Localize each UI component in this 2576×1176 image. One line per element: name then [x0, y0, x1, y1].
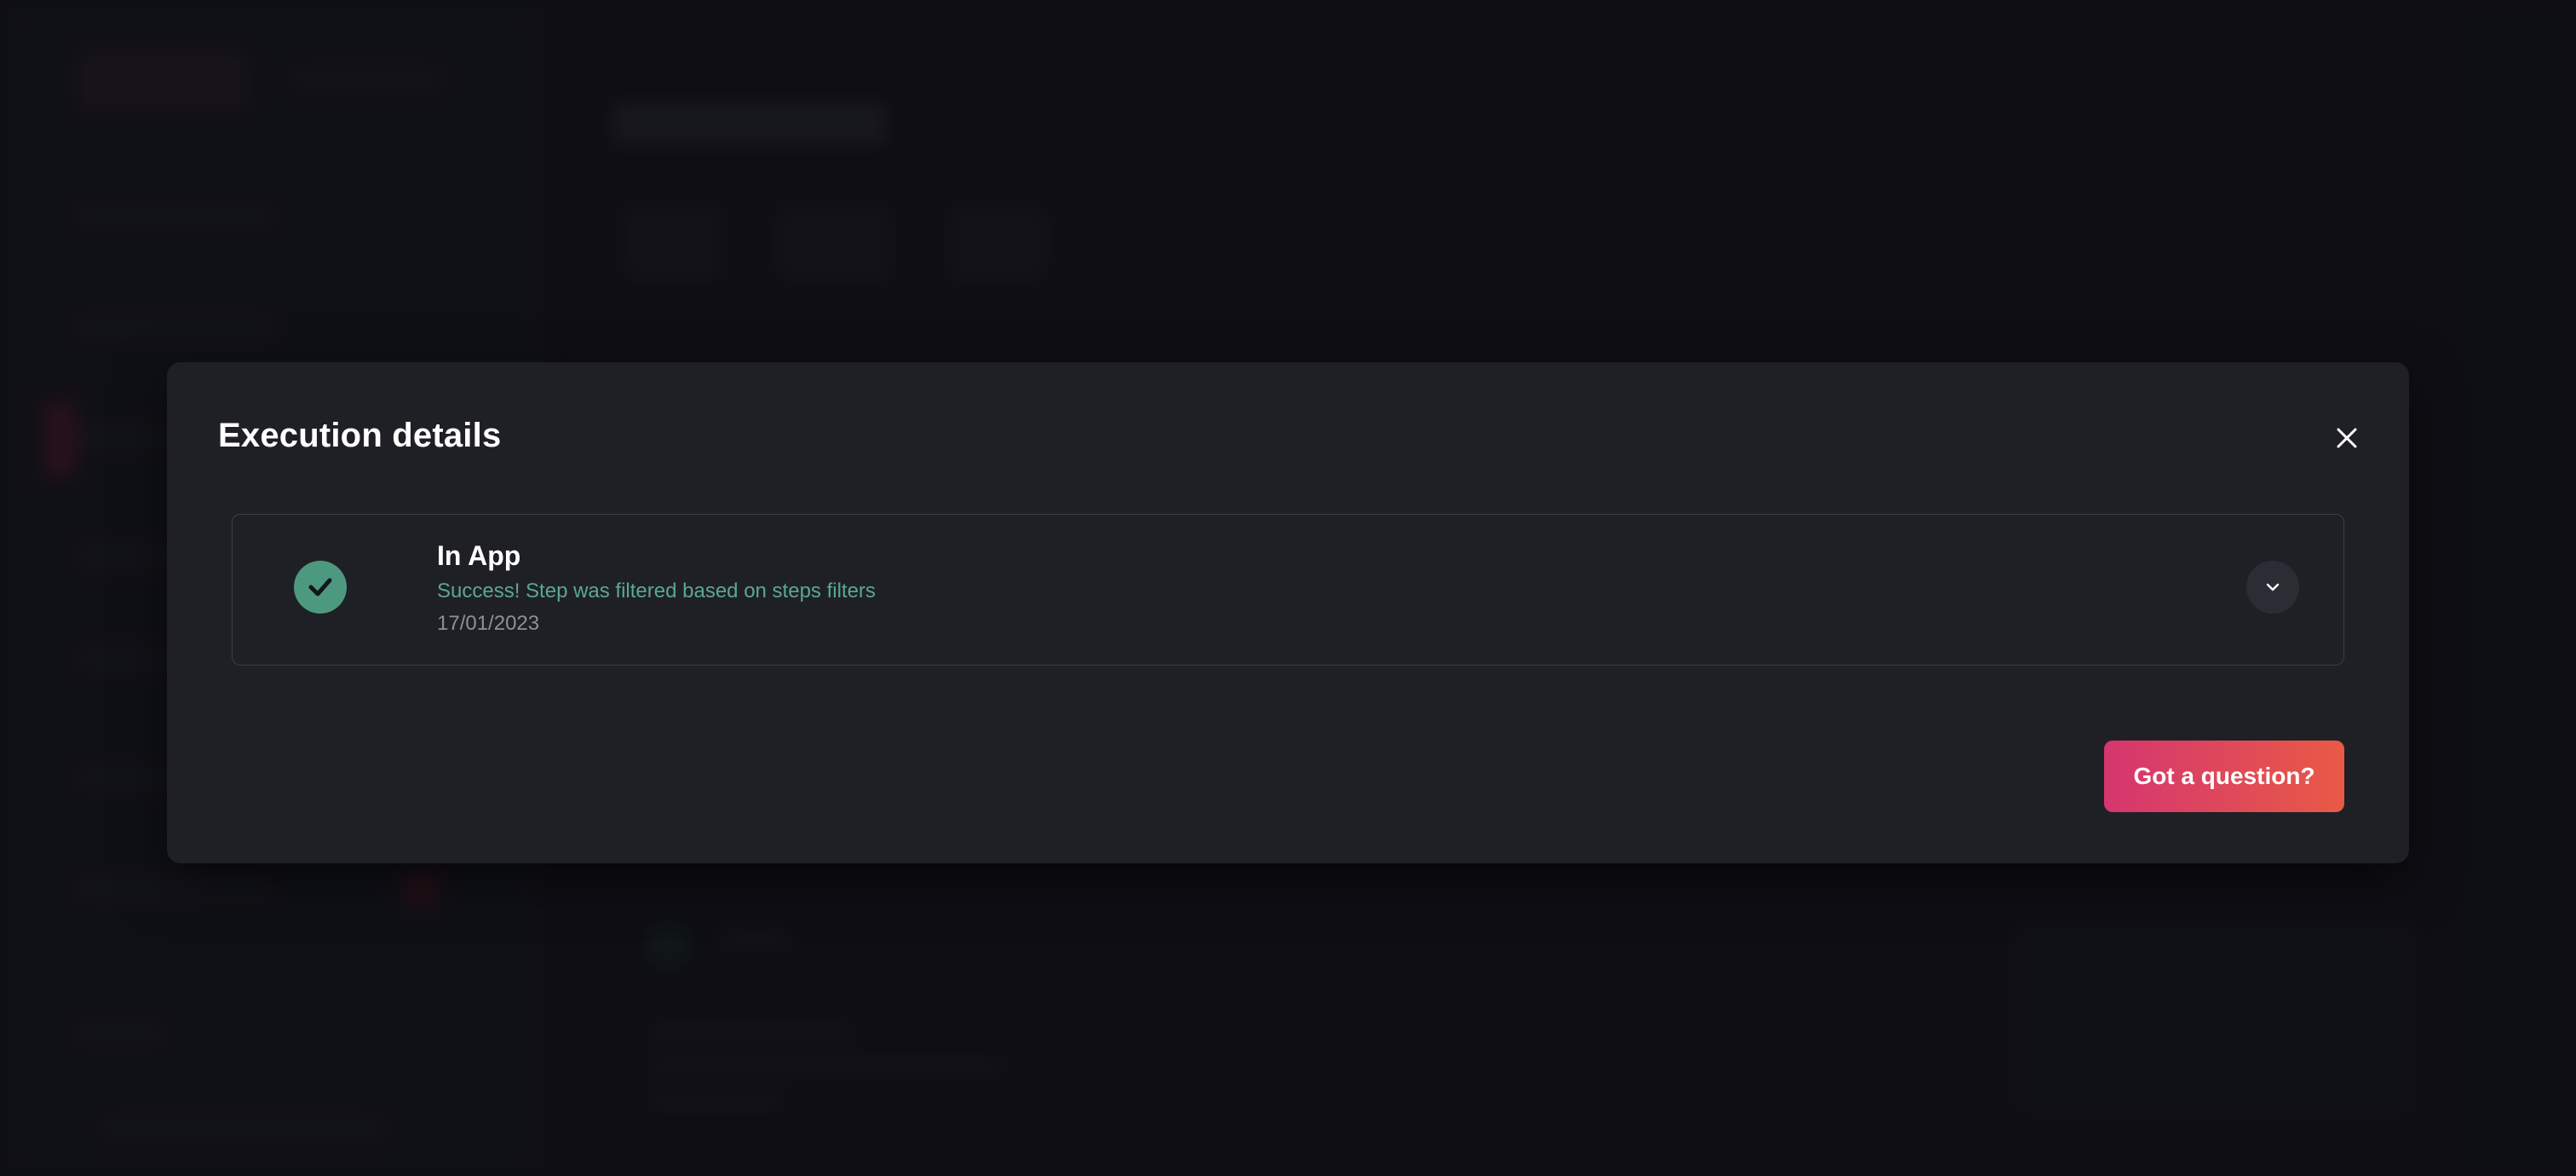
close-icon [2337, 428, 2357, 448]
step-date: 17/01/2023 [437, 612, 540, 635]
check-icon [308, 578, 332, 597]
step-status-text: Success! Step was filtered based on step… [437, 579, 876, 602]
expand-step-button[interactable] [2246, 561, 2299, 614]
got-a-question-button[interactable]: Got a question? [2104, 741, 2344, 812]
execution-step-card[interactable]: In App Success! Step was filtered based … [232, 514, 2344, 666]
success-status [294, 561, 347, 614]
close-button[interactable] [2331, 422, 2363, 454]
chevron-down-icon [2266, 583, 2280, 591]
execution-details-modal: Execution details In App Success! Step w… [167, 362, 2409, 863]
step-name: In App [437, 540, 521, 571]
modal-title: Execution details [218, 417, 502, 454]
